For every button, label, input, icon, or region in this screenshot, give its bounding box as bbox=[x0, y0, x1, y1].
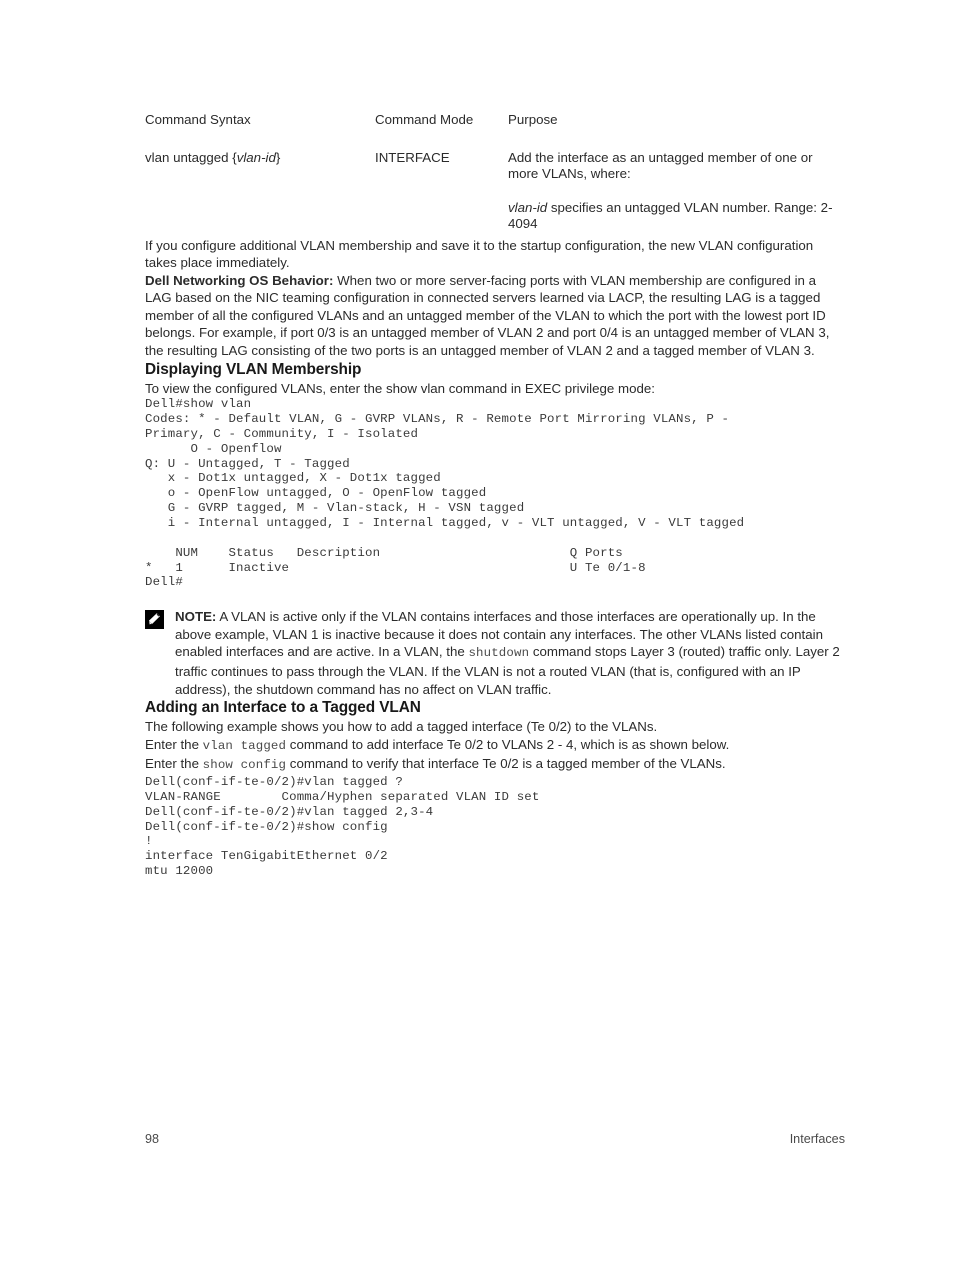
code-show-vlan-output: Codes: * - Default VLAN, G - GVRP VLANs,… bbox=[145, 412, 745, 590]
purpose-parameter-name: vlan-id bbox=[508, 199, 548, 215]
column-header-command-mode: Command Mode bbox=[375, 112, 474, 127]
cell-command-mode: INTERFACE bbox=[375, 149, 450, 165]
display-lead-paragraph: To view the configured VLANs, enter the … bbox=[145, 380, 655, 396]
os-behavior-paragraph: Dell Networking OS Behavior: When two or… bbox=[145, 272, 845, 360]
note-pencil-icon bbox=[145, 610, 164, 630]
cell-command-syntax: vlan untagged {vlan-id} bbox=[145, 150, 375, 237]
heading-displaying-vlan-membership: Displaying VLAN Membership bbox=[145, 360, 362, 378]
inline-code-vlan-tagged: vlan tagged bbox=[202, 738, 287, 753]
purpose-parameter-range: specifies an untagged VLAN number. Range… bbox=[508, 199, 833, 232]
page-content: Command Syntax Command Mode Purpose vlan… bbox=[145, 112, 845, 879]
syntax-prefix: vlan untagged { bbox=[145, 149, 237, 165]
column-header-purpose: Purpose bbox=[508, 112, 558, 127]
note-text: NOTE: A VLAN is active only if the VLAN … bbox=[175, 608, 845, 698]
syntax-suffix: } bbox=[275, 149, 281, 165]
tagged-p2-prefix: Enter the bbox=[145, 736, 203, 752]
tagged-p3-suffix: command to verify that interface Te 0/2 … bbox=[286, 756, 726, 772]
tagged-paragraph-2: Enter the vlan tagged command to add int… bbox=[145, 736, 845, 756]
note-block: NOTE: A VLAN is active only if the VLAN … bbox=[145, 608, 845, 698]
tagged-paragraph-1: The following example shows you how to a… bbox=[145, 719, 658, 735]
column-header-command-syntax: Command Syntax bbox=[145, 112, 251, 127]
command-syntax-table: Command Syntax Command Mode Purpose vlan… bbox=[145, 112, 845, 237]
code-vlan-tagged-output: Dell(conf-if-te-0/2)#vlan tagged ? VLAN-… bbox=[145, 774, 540, 879]
note-label: NOTE: bbox=[175, 609, 217, 625]
inline-code-show-config: show config bbox=[202, 758, 287, 773]
purpose-parameter-description: vlan-id specifies an untagged VLAN numbe… bbox=[508, 200, 845, 233]
heading-adding-interface-tagged-vlan: Adding an Interface to a Tagged VLAN bbox=[145, 699, 421, 717]
tagged-p2-suffix: command to add interface Te 0/2 to VLANs… bbox=[286, 736, 730, 752]
table-header-row: Command Syntax Command Mode Purpose bbox=[145, 112, 845, 150]
note-inline-code-shutdown: shutdown bbox=[468, 646, 530, 661]
tagged-paragraph-3: Enter the show config command to verify … bbox=[145, 755, 845, 775]
os-behavior-label: Dell Networking OS Behavior: bbox=[145, 272, 334, 288]
code-show-vlan-command: Dell#show vlan bbox=[145, 397, 252, 412]
syntax-parameter: vlan-id bbox=[236, 149, 276, 165]
table-row: vlan untagged {vlan-id} INTERFACE Add th… bbox=[145, 150, 845, 237]
document-page: Command Syntax Command Mode Purpose vlan… bbox=[0, 0, 954, 1268]
purpose-main-text: Add the interface as an untagged member … bbox=[508, 149, 813, 182]
page-footer: 98 Interfaces bbox=[145, 1132, 845, 1146]
cell-purpose: Add the interface as an untagged member … bbox=[508, 150, 845, 237]
intro-paragraph: If you configure additional VLAN members… bbox=[145, 237, 814, 271]
footer-section-name: Interfaces bbox=[789, 1132, 845, 1146]
tagged-p3-prefix: Enter the bbox=[145, 756, 203, 772]
footer-page-number: 98 bbox=[145, 1132, 160, 1146]
